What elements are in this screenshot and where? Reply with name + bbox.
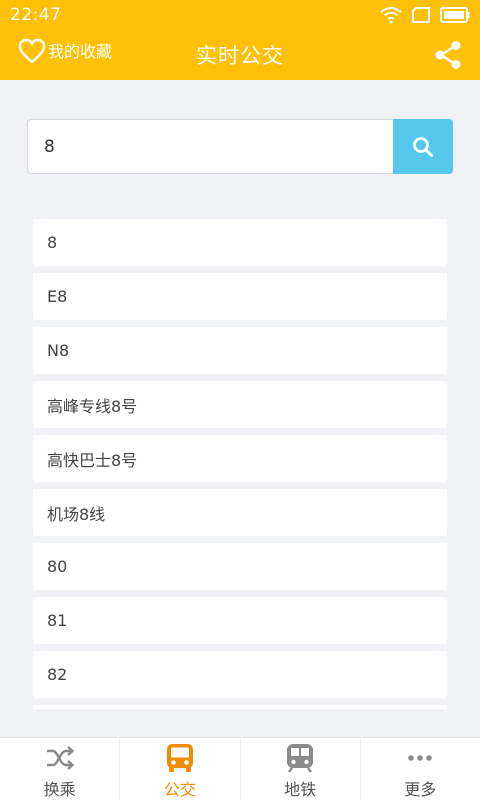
- more-icon: [405, 743, 435, 773]
- route-result-item[interactable]: 8: [33, 219, 447, 266]
- share-icon: [435, 41, 461, 69]
- tab-subway[interactable]: 地铁: [241, 738, 361, 800]
- search-bar: [27, 119, 453, 174]
- route-result-item[interactable]: 高峰专线8号: [33, 381, 447, 428]
- subway-icon: [285, 743, 315, 773]
- route-result-item[interactable]: 机场8线: [33, 489, 447, 536]
- status-time: 22:47: [10, 5, 62, 25]
- tab-bus-label: 公交: [163, 780, 196, 799]
- route-result-item[interactable]: 81: [33, 597, 447, 644]
- route-result-list: 8 E8 N8 高峰专线8号 高快巴士8号 机场8线 80 81 82: [33, 219, 447, 709]
- wifi-icon: [380, 7, 402, 24]
- tab-bus[interactable]: 公交: [120, 738, 241, 800]
- sim-card-icon: [412, 7, 430, 23]
- search-button[interactable]: [393, 119, 453, 174]
- route-result-item[interactable]: 高快巴士8号: [33, 435, 447, 482]
- tab-more[interactable]: 更多: [361, 738, 480, 800]
- tab-more-label: 更多: [404, 780, 437, 799]
- my-favorites-label: 我的收藏: [48, 42, 113, 61]
- battery-icon: [440, 7, 470, 23]
- bottom-tab-bar: 换乘 公交 地铁 更多: [0, 737, 480, 800]
- heart-icon: [18, 38, 46, 64]
- share-button[interactable]: [432, 39, 464, 71]
- search-icon: [413, 136, 433, 157]
- tab-subway-label: 地铁: [284, 780, 317, 799]
- tab-transfer-label: 换乘: [43, 780, 76, 799]
- title-bar: 实时公交 我的收藏: [0, 30, 480, 80]
- route-result-item[interactable]: E8: [33, 273, 447, 320]
- my-favorites-button[interactable]: 我的收藏: [18, 38, 112, 64]
- tab-transfer[interactable]: 换乘: [0, 738, 121, 800]
- search-input[interactable]: [27, 119, 393, 174]
- system-icons: [380, 6, 470, 24]
- status-bar: 22:47: [0, 0, 480, 30]
- shuffle-icon: [45, 743, 75, 773]
- bus-icon: [165, 743, 195, 773]
- route-result-item[interactable]: 80: [33, 543, 447, 590]
- route-result-item[interactable]: 82: [33, 651, 447, 698]
- route-result-item[interactable]: N8: [33, 327, 447, 374]
- route-result-item[interactable]: [33, 705, 447, 709]
